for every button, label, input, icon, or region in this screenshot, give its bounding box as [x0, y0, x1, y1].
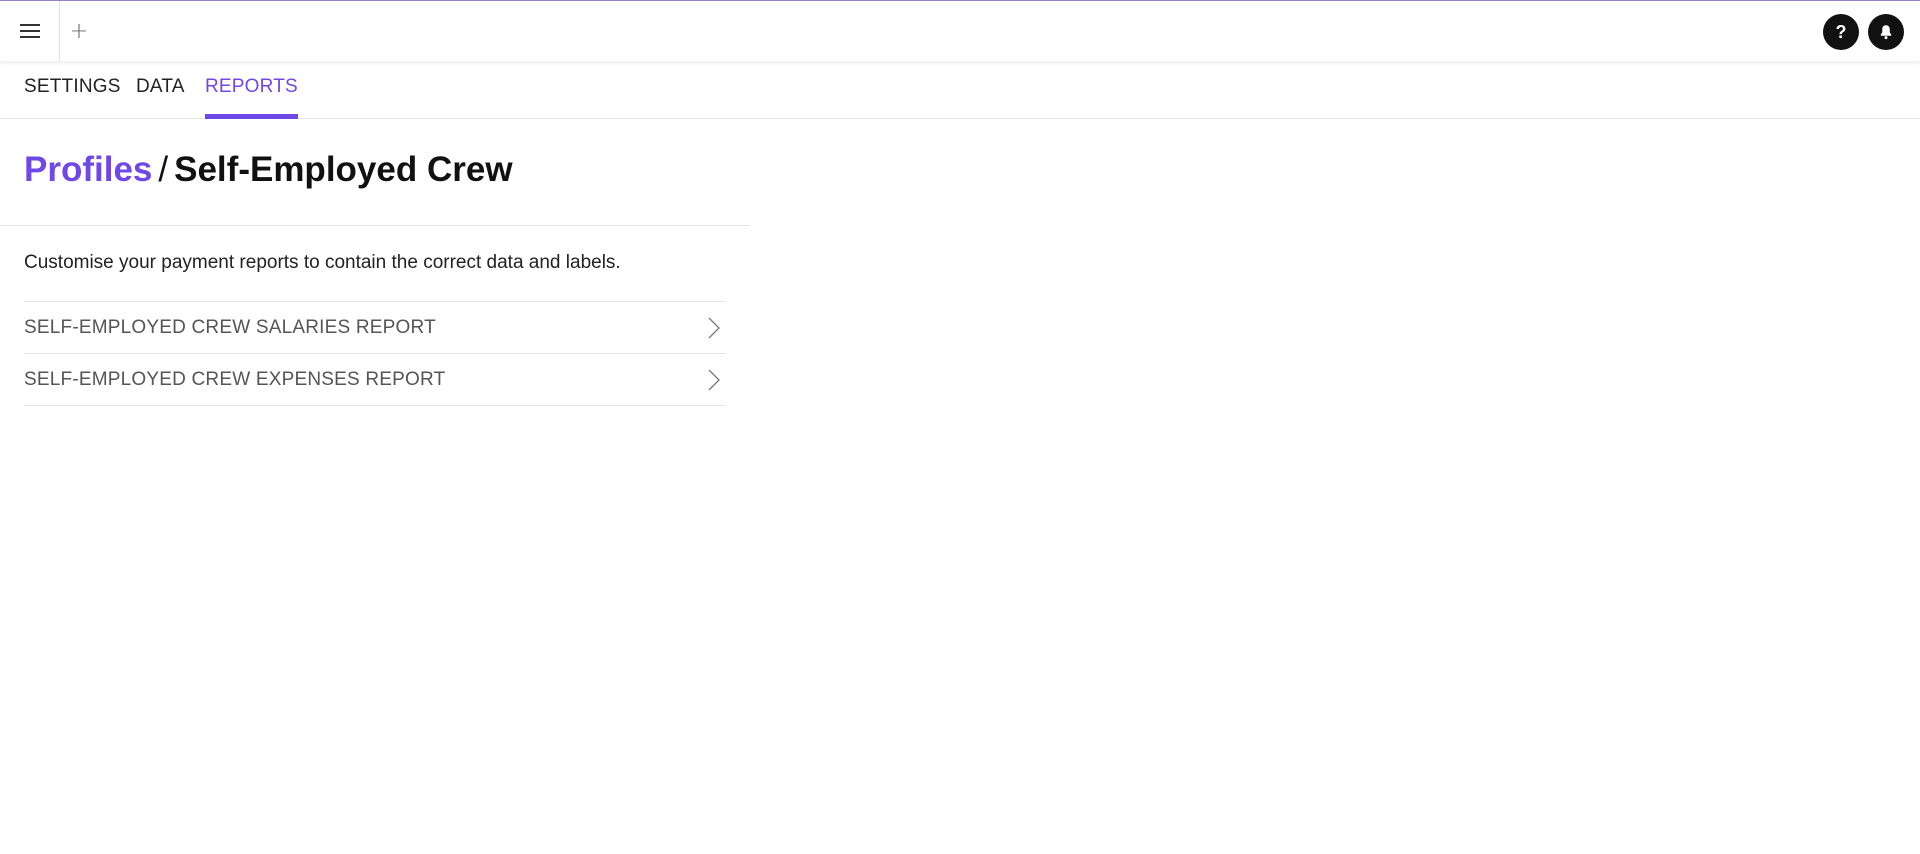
notifications-button[interactable]	[1868, 14, 1904, 50]
tab-data[interactable]: DATA	[136, 61, 185, 119]
breadcrumb-separator: /	[158, 150, 169, 189]
breadcrumb-current: Self-Employed Crew	[174, 150, 513, 189]
report-item-label: SELF-EMPLOYED CREW EXPENSES REPORT	[24, 368, 446, 390]
report-item-expenses[interactable]: SELF-EMPLOYED CREW EXPENSES REPORT	[24, 354, 726, 406]
tab-reports[interactable]: REPORTS	[205, 61, 298, 119]
top-bar: + ?	[0, 0, 1920, 61]
chevron-right-icon	[708, 369, 720, 390]
report-item-salaries[interactable]: SELF-EMPLOYED CREW SALARIES REPORT	[24, 302, 726, 354]
tab-bar: SETTINGS DATA REPORTS	[0, 61, 1920, 119]
page-title: Profiles / Self-Employed Crew	[24, 150, 513, 190]
help-button[interactable]: ?	[1823, 14, 1859, 50]
bell-icon	[1880, 25, 1892, 40]
menu-button[interactable]	[0, 1, 60, 61]
hamburger-menu-icon	[19, 24, 40, 38]
report-item-label: SELF-EMPLOYED CREW SALARIES REPORT	[24, 316, 436, 338]
add-button[interactable]: +	[66, 15, 92, 47]
tab-settings[interactable]: SETTINGS	[24, 61, 121, 119]
breadcrumb-profiles-link[interactable]: Profiles	[24, 150, 152, 189]
report-list: SELF-EMPLOYED CREW SALARIES REPORT SELF-…	[24, 301, 726, 406]
reports-description: Customise your payment reports to contai…	[24, 252, 621, 273]
header-divider	[0, 225, 750, 226]
help-icon: ?	[1835, 21, 1847, 42]
chevron-right-icon	[708, 317, 720, 338]
